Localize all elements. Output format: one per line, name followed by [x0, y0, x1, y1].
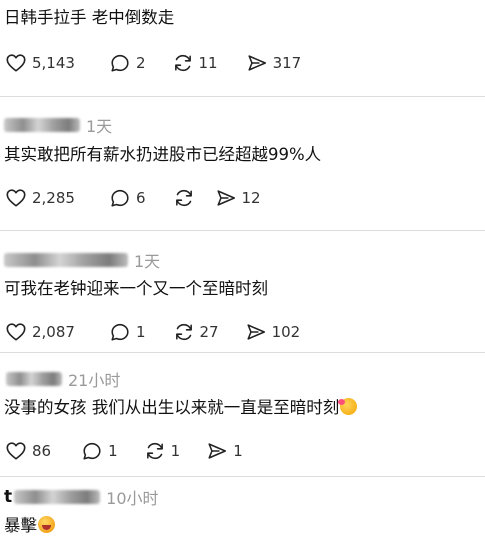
send-icon	[216, 190, 235, 206]
like-count: 86	[32, 442, 52, 460]
comment-button[interactable]: 1	[109, 321, 146, 343]
reply-feed: 日韩手拉手 老中倒数走 5,143 2 11 317 1天 其实敢把所有薪水扔进…	[0, 0, 485, 549]
repost-icon	[174, 54, 191, 72]
comment-count: 2	[135, 54, 146, 72]
divider	[0, 352, 485, 353]
repost-icon	[175, 189, 192, 207]
comment-count: 1	[108, 442, 118, 460]
send-icon	[208, 443, 227, 459]
action-bar: 2,285 6 12	[5, 187, 261, 209]
comment-bubble-icon	[111, 54, 129, 72]
share-button[interactable]: 317	[246, 52, 302, 74]
post-text-content: 没事的女孩 我们从出生以来就一直是至暗时刻	[4, 398, 340, 417]
post-time: 1天	[86, 117, 113, 136]
post-header: 21小时	[4, 367, 120, 391]
post-text: 日韩手拉手 老中倒数走	[4, 8, 175, 27]
comment-bubble-icon	[111, 323, 129, 341]
comment-button[interactable]: 6	[109, 187, 146, 209]
repost-button[interactable]: 27	[173, 321, 219, 343]
like-button[interactable]: 2,087	[5, 321, 75, 343]
post-text: 没事的女孩 我们从出生以来就一直是至暗时刻	[4, 397, 358, 419]
share-count: 12	[241, 189, 261, 207]
comment-button[interactable]: 2	[109, 52, 146, 74]
like-button[interactable]: 86	[5, 440, 51, 462]
heart-icon	[6, 189, 26, 207]
post-time: 1天	[134, 252, 161, 271]
post-text: 其实敢把所有薪水扔进股市已经超越99%人	[4, 145, 322, 164]
comment-bubble-icon	[111, 189, 129, 207]
repost-button[interactable]	[173, 187, 195, 209]
post-header: 1天	[4, 113, 112, 137]
repost-count: 27	[199, 323, 219, 341]
repost-count: 11	[198, 54, 218, 72]
divider	[0, 96, 485, 97]
action-bar: 5,143 2 11 317	[5, 52, 301, 74]
like-count: 5,143	[32, 54, 75, 72]
share-button[interactable]: 102	[245, 321, 301, 343]
username-prefix[interactable]: t	[4, 487, 12, 507]
repost-icon	[175, 323, 192, 341]
send-icon	[248, 55, 266, 71]
post-time: 10小时	[106, 489, 159, 508]
blurred-username[interactable]	[6, 372, 62, 386]
post-text: 暴擊	[4, 515, 55, 537]
share-count: 102	[271, 323, 301, 341]
comment-count: 6	[135, 189, 146, 207]
like-button[interactable]: 5,143	[5, 52, 75, 74]
like-count: 2,285	[32, 189, 75, 207]
post-header: t 10小时	[4, 485, 159, 509]
heart-icon	[6, 442, 26, 460]
comment-count: 1	[135, 323, 146, 341]
post-header: 1天	[4, 248, 160, 272]
post-time: 21小时	[68, 371, 121, 390]
repost-icon	[146, 442, 163, 460]
action-bar: 86 1 1 1	[5, 440, 243, 462]
share-count: 317	[272, 54, 302, 72]
post-text: 可我在老钟迎来一个又一个至暗时刻	[4, 279, 268, 298]
comment-bubble-icon	[83, 442, 101, 460]
blurred-username[interactable]	[14, 490, 101, 504]
share-button[interactable]: 1	[206, 440, 243, 462]
like-button[interactable]: 2,285	[5, 187, 75, 209]
send-icon	[247, 324, 265, 340]
heart-icon	[6, 323, 26, 341]
divider	[0, 230, 485, 231]
repost-button[interactable]: 1	[144, 440, 181, 462]
blurred-username[interactable]	[4, 253, 128, 267]
divider	[0, 476, 485, 477]
laughing-face-icon	[38, 516, 55, 533]
smiling-face-with-hearts-icon	[338, 398, 358, 415]
repost-count: 1	[170, 442, 181, 460]
share-count: 1	[233, 442, 243, 460]
action-bar: 2,087 1 27 102	[5, 321, 300, 343]
blurred-username[interactable]	[4, 118, 80, 132]
post-text-content: 暴擊	[4, 516, 37, 535]
share-button[interactable]: 12	[215, 187, 261, 209]
like-count: 2,087	[32, 323, 75, 341]
comment-button[interactable]: 1	[81, 440, 118, 462]
heart-icon	[6, 54, 26, 72]
repost-button[interactable]: 11	[172, 52, 218, 74]
